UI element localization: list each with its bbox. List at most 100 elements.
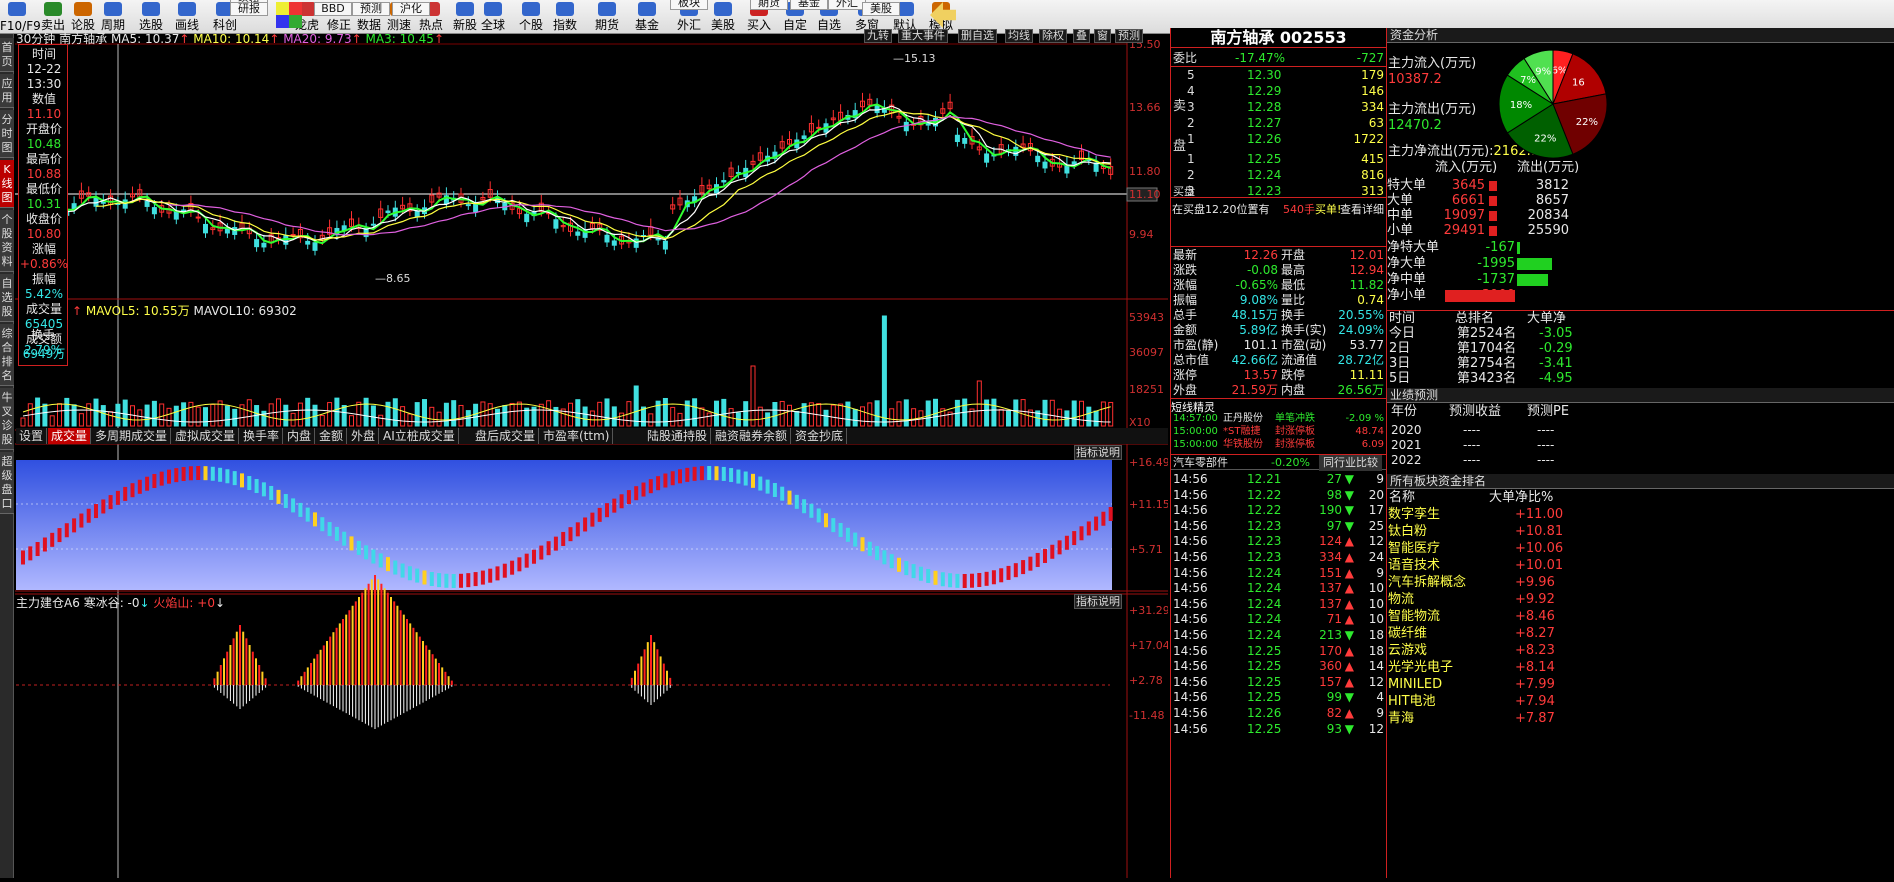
main-outflow-label: 主力流出(万元)	[1388, 102, 1477, 117]
toolbar-sell-button[interactable]: 卖出	[36, 0, 70, 33]
toolbar-select-stock-button[interactable]: 选股	[134, 0, 168, 33]
toolbar-mini-button[interactable]: 美股	[862, 2, 900, 16]
short-line-title[interactable]: 短线精灵	[1171, 398, 1386, 414]
toolbar-forum-button[interactable]: 论股	[66, 0, 100, 33]
toolbar-mini-button[interactable]: 期货	[750, 0, 788, 10]
leftnav-item-3[interactable]: K线图	[0, 160, 14, 208]
compare-button[interactable]: 同行业比较	[1319, 455, 1382, 471]
sector-rank-row[interactable]: 钛白粉 +10.81	[1387, 524, 1894, 540]
toolbar-mini-button[interactable]: 研报	[230, 2, 268, 16]
indicator-tab[interactable]: AI立桩成交量	[380, 428, 459, 444]
leftnav-item-6[interactable]: 综合排名	[0, 324, 14, 386]
leftnav-item-4[interactable]: 个股资料	[0, 210, 14, 272]
chart-tool-button[interactable]: 除权	[1039, 29, 1067, 43]
bid-price: 12.23	[1247, 184, 1282, 198]
indicator-help-button-1[interactable]: 指标说明	[1074, 445, 1122, 460]
indicator1-bar	[1101, 511, 1106, 526]
sector-rank-row[interactable]: 语音技术 +10.01	[1387, 558, 1894, 574]
leftnav-item-0[interactable]: 首页	[0, 38, 14, 72]
toolbar-fund-button[interactable]: 基金	[630, 0, 664, 33]
chart-tool-button[interactable]: 九转	[864, 29, 892, 43]
sector-name-header[interactable]: 名称	[1389, 490, 1415, 506]
leftnav-item-2[interactable]: 分时图	[0, 110, 14, 158]
leftnav-item-5[interactable]: 自选股	[0, 274, 14, 322]
bid-row[interactable]: 3 12.23 313	[1171, 183, 1386, 199]
indicator-tab[interactable]: 融资融券余额	[712, 428, 792, 444]
sector-rank-row[interactable]: HIT电池 +7.94	[1387, 694, 1894, 710]
short-line-item[interactable]: 14:57:00 正丹股份 单笔冲跌 -2.09 %	[1171, 412, 1386, 425]
leftnav-item-1[interactable]: 应用	[0, 74, 14, 108]
tick-count: 25	[1368, 518, 1384, 533]
toolbar-mini-button[interactable]: BBD	[314, 2, 352, 16]
leftnav-item-7[interactable]: 牛叉诊股	[0, 388, 14, 450]
chart-tool-button[interactable]: 窗	[1094, 29, 1111, 43]
toolbar-mini-button[interactable]: 外汇	[828, 0, 866, 10]
chart-tool-button[interactable]: 叠	[1073, 29, 1090, 43]
toolbar-mini-button[interactable]: 板块	[670, 0, 708, 10]
indicator-tab[interactable]: 虚拟成交量	[172, 428, 240, 444]
toolbar-globe-button[interactable]: 全球	[476, 0, 510, 33]
ask-price: 12.27	[1247, 116, 1282, 130]
sector-rank-value: +7.99	[1515, 677, 1555, 692]
indicator1-bar	[108, 495, 113, 510]
toolbar-period-button[interactable]: 周期	[96, 0, 130, 33]
toolbar-us-stock-button[interactable]: 美股	[706, 0, 740, 33]
toolbar-stock-button[interactable]: 个股	[514, 0, 548, 33]
indicator-tab[interactable]: 外盘	[348, 428, 380, 444]
indicator-tab[interactable]: 设置	[16, 428, 48, 444]
indicator-tab[interactable]: 成交量	[48, 428, 92, 444]
notice-detail-link[interactable]: 查看详细	[1340, 202, 1384, 218]
sector-name[interactable]: 汽车零部件	[1173, 455, 1228, 471]
sector-rank-row[interactable]: 云游戏 +8.23	[1387, 643, 1894, 659]
toolbar-mini-button[interactable]: 预测	[352, 2, 390, 16]
ask-row[interactable]: 1 12.26 1722	[1171, 131, 1386, 147]
low-label: 最低价	[25, 182, 62, 196]
sector-rank-row[interactable]: 青海 +7.87	[1387, 711, 1894, 727]
sector-rank-row[interactable]: 碳纤维 +8.27	[1387, 626, 1894, 642]
bid-row[interactable]: 1 12.25 415	[1171, 151, 1386, 167]
volume-bar	[772, 402, 778, 427]
sector-rank-row[interactable]: 智能物流 +8.46	[1387, 609, 1894, 625]
indicator-tab[interactable]: 陆股通持股	[644, 428, 712, 444]
sector-net-header[interactable]: 大单净比%	[1489, 490, 1553, 506]
sector-rank-row[interactable]: 汽车拆解概念 +9.96	[1387, 575, 1894, 591]
sector-rank-row[interactable]: 数字孪生 +11.00	[1387, 507, 1894, 523]
indicator-tab[interactable]: 金额	[316, 428, 348, 444]
sector-rank-row[interactable]: 光学光电子 +8.14	[1387, 660, 1894, 676]
ask-row[interactable]: 2 12.27 63	[1171, 115, 1386, 131]
indicator-tab[interactable]: 市盈率(ttm)	[540, 428, 614, 444]
tick-count: 9	[1376, 472, 1384, 486]
indicator-help-button-2[interactable]: 指标说明	[1074, 594, 1122, 609]
sector-rank-row[interactable]: 智能医疗 +10.06	[1387, 541, 1894, 557]
toolbar-mini-button[interactable]: 沪化	[392, 2, 430, 16]
toolbar-mini-button[interactable]: 基金	[790, 0, 828, 10]
toolbar-draw-line-button[interactable]: 画线	[170, 0, 204, 33]
bid-row[interactable]: 2 12.24 816	[1171, 167, 1386, 183]
kline-chart-svg[interactable]: 15.5013.6611.809.9411.10—15.13—8.6553943…	[15, 34, 1170, 878]
chart-tool-button[interactable]: 重大事件	[898, 29, 948, 43]
chart-tool-button[interactable]: 预测	[1115, 29, 1143, 43]
sector-rank-row[interactable]: 物流 +9.92	[1387, 592, 1894, 608]
indicator-tab[interactable]: 多周期成交量	[92, 428, 172, 444]
kline-chart-area[interactable]: 15.50 13.66 11.80 9.94 11.10 —15.13 —8.65 53943…	[15, 34, 1170, 878]
short-line-item[interactable]: 15:00:00 *ST融捷 封涨停板 48.74	[1171, 425, 1386, 438]
ask-row[interactable]: 4 12.29 146	[1171, 83, 1386, 99]
net-row: 净大单 -1995	[1387, 256, 1894, 272]
indicator-tab[interactable]: 内盘	[284, 428, 316, 444]
ask-row[interactable]: 5 12.30 179	[1171, 67, 1386, 83]
toolbar-f10-button[interactable]: F10/F9	[0, 0, 41, 33]
indicator1-bar	[743, 471, 748, 486]
palette-icon[interactable]	[276, 2, 302, 28]
volume-bar	[35, 397, 41, 427]
indicator-tab[interactable]: 盘后成交量	[472, 428, 540, 444]
toolbar-index-button[interactable]: 指数	[548, 0, 582, 33]
chart-tool-button[interactable]: 删自选	[958, 29, 997, 43]
leftnav-item-8[interactable]: 超级盘口	[0, 452, 14, 514]
ask-row[interactable]: 3 12.28 334	[1171, 99, 1386, 115]
chart-tool-button[interactable]: 均线	[1005, 29, 1033, 43]
short-line-item[interactable]: 15:00:00 华铁股份 封涨停板 6.09	[1171, 438, 1386, 451]
sector-rank-row[interactable]: MINILED +7.99	[1387, 677, 1894, 693]
indicator-tab[interactable]: 资金抄底	[792, 428, 848, 444]
toolbar-futures-button[interactable]: 期货	[590, 0, 624, 33]
indicator-tab[interactable]: 换手率	[240, 428, 284, 444]
